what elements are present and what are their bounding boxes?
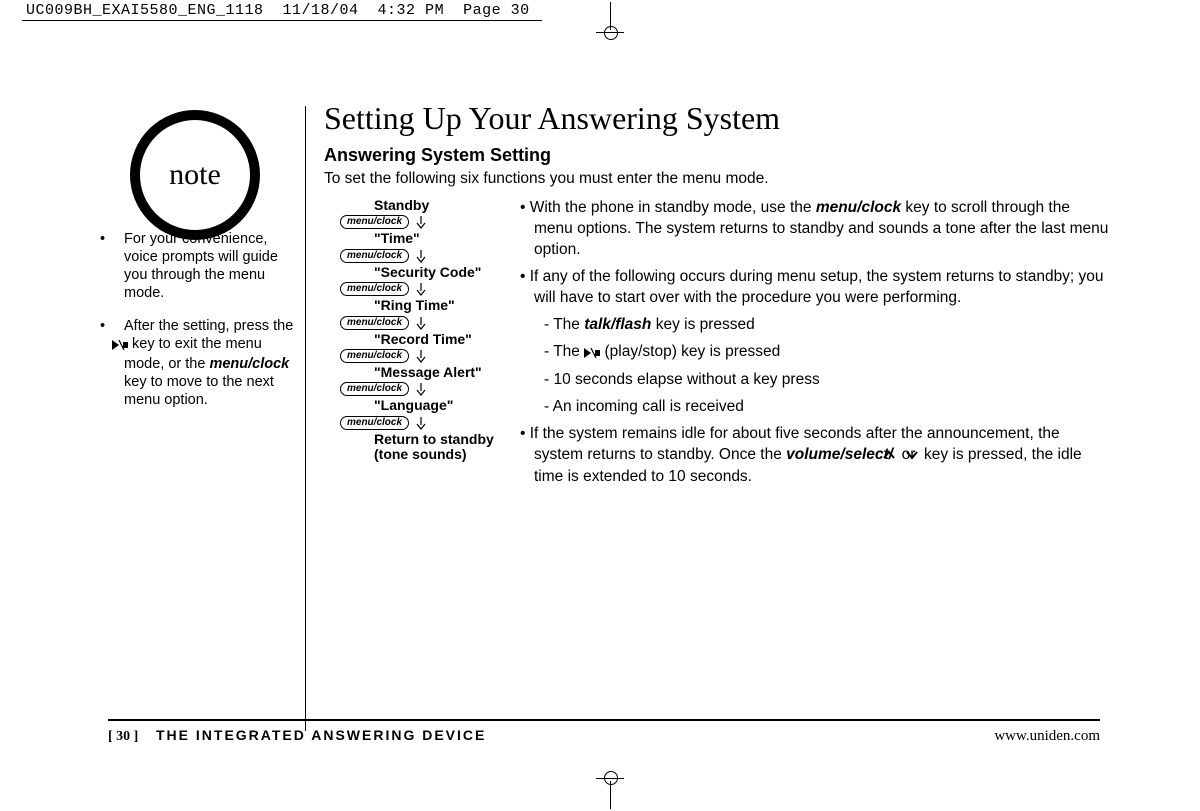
bullet-1: • With the phone in standby mode, use th… [534, 198, 1110, 261]
page-number: [ 30 ] [108, 729, 138, 744]
menu-clock-pill: menu/clock [340, 416, 409, 430]
body-bullets: • With the phone in standby mode, use th… [520, 198, 1110, 494]
menu-clock-pill: menu/clock [340, 282, 409, 296]
footer-section: THE INTEGRATED ANSWERING DEVICE [156, 727, 486, 743]
menu-step-label: "Time" [374, 231, 520, 246]
menu-clock-pill: menu/clock [340, 349, 409, 363]
menu-step-label: "Record Time" [374, 332, 520, 347]
menu-step-label: "Security Code" [374, 265, 520, 280]
bullet-3: • If the system remains idle for about f… [534, 424, 1110, 488]
menu-clock-pill: menu/clock [340, 215, 409, 229]
menu-step: menu/clock [340, 215, 520, 229]
footer-url: www.uniden.com [994, 728, 1100, 745]
menu-step: menu/clock [340, 316, 520, 330]
menu-step: menu/clock [340, 249, 520, 263]
menu-step: menu/clock [340, 416, 520, 430]
menu-step-label: Return to standby (tone sounds) [374, 432, 520, 463]
section-subtitle: Answering System Setting [324, 145, 1110, 166]
bullet-2-sub-1: - The talk/flash key is pressed [544, 315, 1110, 336]
menu-clock-pill: menu/clock [340, 382, 409, 396]
down-arrow-icon [415, 316, 427, 330]
page-title: Setting Up Your Answering System [324, 100, 1110, 137]
note-badge: note [130, 110, 260, 240]
bullet-2-sub-4: - An incoming call is received [544, 397, 1110, 418]
registration-mark-top [590, 2, 630, 42]
registration-mark-bottom [590, 763, 630, 803]
note-list: •For your convenience, voice prompts wil… [110, 230, 300, 423]
menu-step: menu/clock [340, 382, 520, 396]
page-body: note •For your convenience, voice prompt… [110, 100, 1110, 721]
menu-step: menu/clock [340, 349, 520, 363]
menu-step-label: "Language" [374, 398, 520, 413]
page-footer: [ 30 ] THE INTEGRATED ANSWERING DEVICE w… [108, 719, 1100, 745]
down-arrow-icon [415, 382, 427, 396]
down-arrow-icon [415, 349, 427, 363]
header-underline [22, 20, 542, 21]
note-item-1: •For your convenience, voice prompts wil… [124, 230, 300, 303]
footer-left: [ 30 ] THE INTEGRATED ANSWERING DEVICE [108, 727, 486, 745]
play-stop-icon [124, 337, 128, 355]
menu-clock-pill: menu/clock [340, 249, 409, 263]
note-badge-label: note [169, 158, 221, 192]
note-item-2: •After the setting, press the key to exi… [124, 317, 300, 410]
menu-step: menu/clock [340, 282, 520, 296]
menu-step-label: "Ring Time" [374, 298, 520, 313]
down-arrow-icon [415, 249, 427, 263]
play-stop-icon [584, 344, 600, 365]
menu-step-label: Standby [374, 198, 520, 213]
vertical-divider [305, 106, 306, 731]
bullet-2-sub-3: - 10 seconds elapse without a key press [544, 370, 1110, 391]
main-content: Setting Up Your Answering System Answeri… [324, 100, 1110, 494]
menu-flow: Standby menu/clock "Time" menu/clock "Se… [324, 198, 520, 465]
intro-text: To set the following six functions you m… [324, 170, 1110, 188]
menu-step-label: "Message Alert" [374, 365, 520, 380]
down-arrow-icon [415, 416, 427, 430]
down-arrow-icon [415, 215, 427, 229]
header-text: UC009BH_EXAI5580_ENG_1118 11/18/04 4:32 … [26, 2, 530, 19]
menu-clock-pill: menu/clock [340, 316, 409, 330]
down-arrow-icon [415, 282, 427, 296]
bullet-2: • If any of the following occurs during … [534, 267, 1110, 309]
bullet-2-sub-2: - The (play/stop) key is pressed [544, 342, 1110, 365]
